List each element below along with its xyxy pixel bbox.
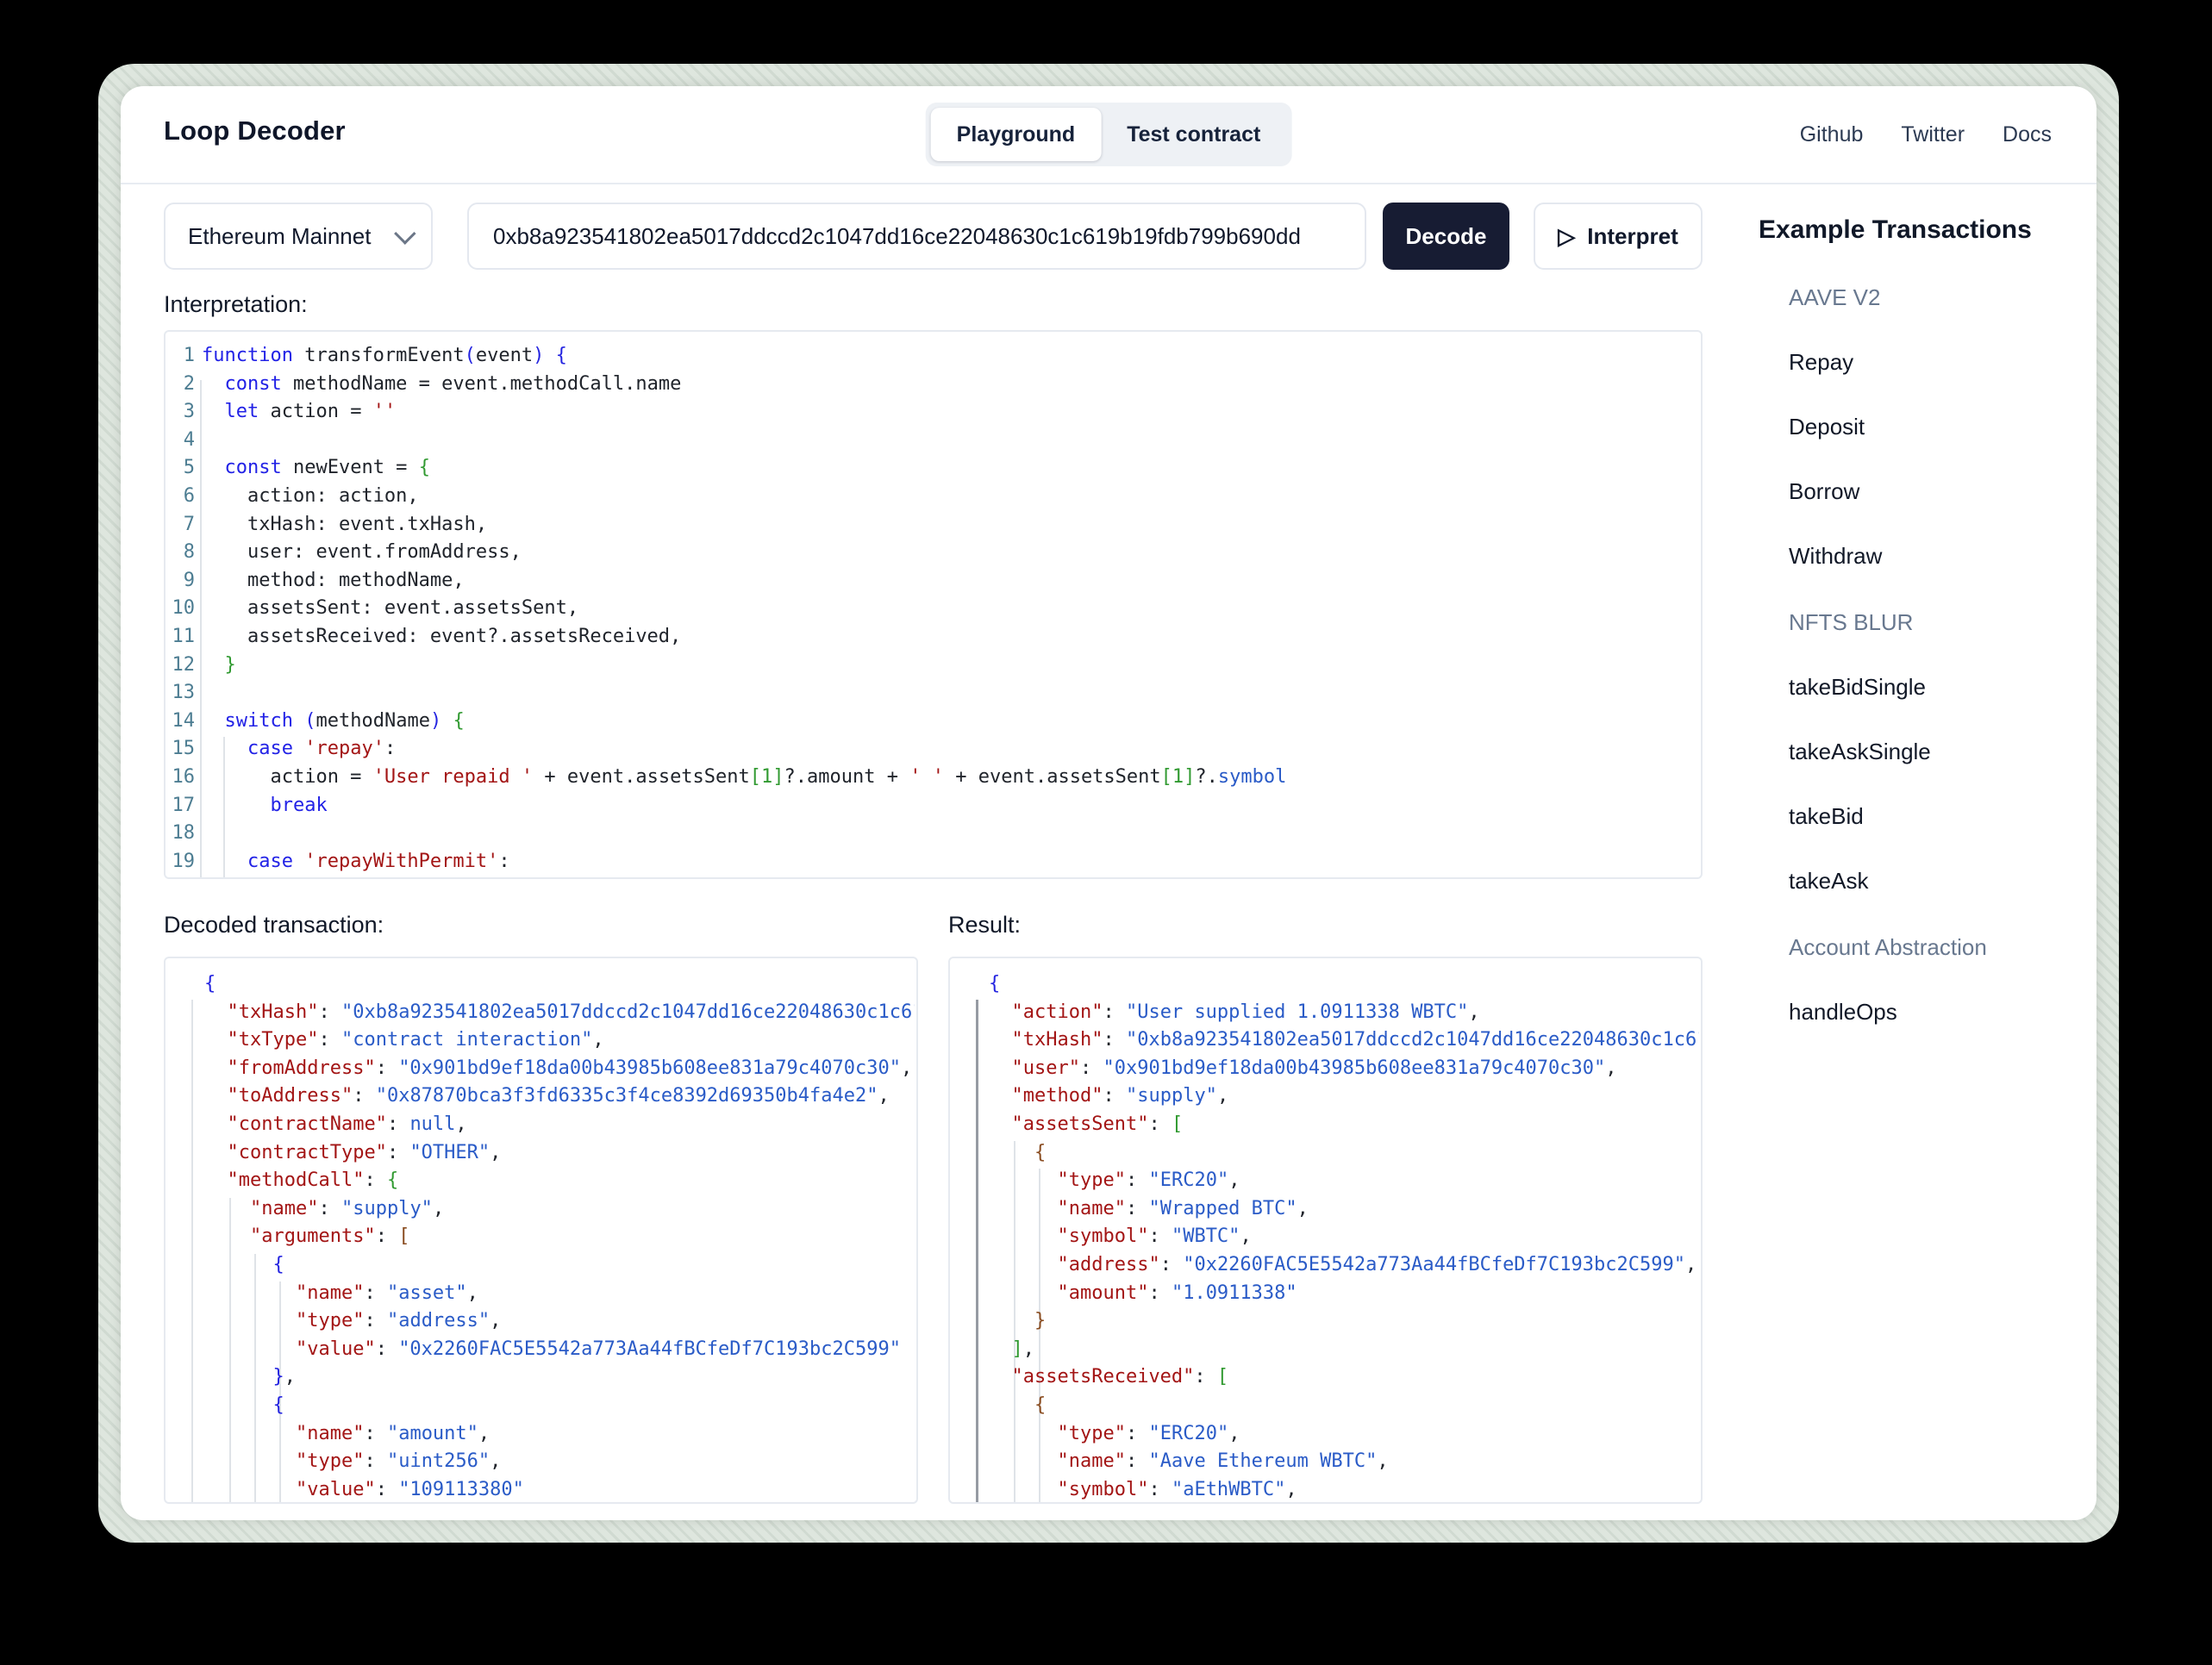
sidebar-section-aave-v2: AAVE V2 Repay Deposit Borrow Withdraw <box>1759 284 2096 570</box>
sidebar-item-withdraw[interactable]: Withdraw <box>1789 543 2096 570</box>
github-link[interactable]: Github <box>1800 122 1864 147</box>
app-title: Loop Decoder <box>164 115 346 146</box>
section-label: NFTS BLUR <box>1789 609 1914 635</box>
section-label: AAVE V2 <box>1789 284 1881 310</box>
twitter-link[interactable]: Twitter <box>1901 122 1965 147</box>
decoded-transaction-json: { "txHash": "0xb8a923541802ea5017ddccd2c… <box>204 973 915 1500</box>
section-label: Account Abstraction <box>1789 934 1987 960</box>
decoded-transaction-panel[interactable]: { "txHash": "0xb8a923541802ea5017ddccd2c… <box>164 957 918 1504</box>
docs-link[interactable]: Docs <box>2003 122 2052 147</box>
decoded-transaction-label: Decoded transaction: <box>164 912 384 938</box>
sidebar-item-takeask[interactable]: takeAsk <box>1789 868 2096 895</box>
sidebar-item-borrow[interactable]: Borrow <box>1789 478 2096 505</box>
mode-toggle: Playground Test contract <box>925 103 1292 166</box>
sidebar-item-handleops[interactable]: handleOps <box>1789 999 2096 1026</box>
result-label: Result: <box>948 912 1022 938</box>
sidebar-item-deposit[interactable]: Deposit <box>1789 414 2096 440</box>
header-links: Github Twitter Docs <box>1800 86 2052 183</box>
sidebar-item-takebid[interactable]: takeBid <box>1789 803 2096 830</box>
tx-hash-input[interactable] <box>467 203 1366 270</box>
interpret-button-label: Interpret <box>1587 222 1678 249</box>
example-transactions-sidebar: Example Transactions AAVE V2 Repay Depos… <box>1759 215 2096 1026</box>
app-window: Loop Decoder Playground Test contract Gi… <box>121 86 2096 1520</box>
chevron-down-icon <box>394 222 416 245</box>
sidebar-item-takebidsingle[interactable]: takeBidSingle <box>1789 674 2096 701</box>
play-icon: ▷ <box>1558 223 1576 249</box>
tab-test-contract[interactable]: Test contract <box>1101 108 1286 161</box>
sidebar-item-takeasksingle[interactable]: takeAskSingle <box>1789 739 2096 765</box>
indent-guide <box>191 1000 193 1502</box>
editor-code: function transformEvent(event) { const m… <box>202 345 1287 872</box>
indent-guide <box>976 1000 978 1502</box>
decode-button[interactable]: Decode <box>1383 203 1509 270</box>
sidebar-section-nfts-blur: NFTS BLUR takeBidSingle takeAskSingle ta… <box>1759 609 2096 895</box>
result-json: { "action": "User supplied 1.0911338 WBT… <box>989 973 1699 1500</box>
network-select-value: Ethereum Mainnet <box>188 222 372 249</box>
sidebar-item-repay[interactable]: Repay <box>1789 349 2096 376</box>
sidebar-section-account-abstraction: Account Abstraction handleOps <box>1759 934 2096 1026</box>
interpretation-label: Interpretation: <box>164 291 308 317</box>
interpretation-code-editor[interactable]: 1234567891011121314151617181920 function… <box>164 330 1703 879</box>
network-select[interactable]: Ethereum Mainnet <box>164 203 433 270</box>
result-panel[interactable]: { "action": "User supplied 1.0911338 WBT… <box>948 957 1703 1504</box>
sidebar-title: Example Transactions <box>1759 215 2032 244</box>
interpret-button[interactable]: ▷ Interpret <box>1534 203 1703 270</box>
header: Loop Decoder Playground Test contract Gi… <box>121 86 2096 184</box>
editor-line-numbers: 1234567891011121314151617181920 <box>172 345 196 872</box>
tab-playground[interactable]: Playground <box>930 108 1102 161</box>
